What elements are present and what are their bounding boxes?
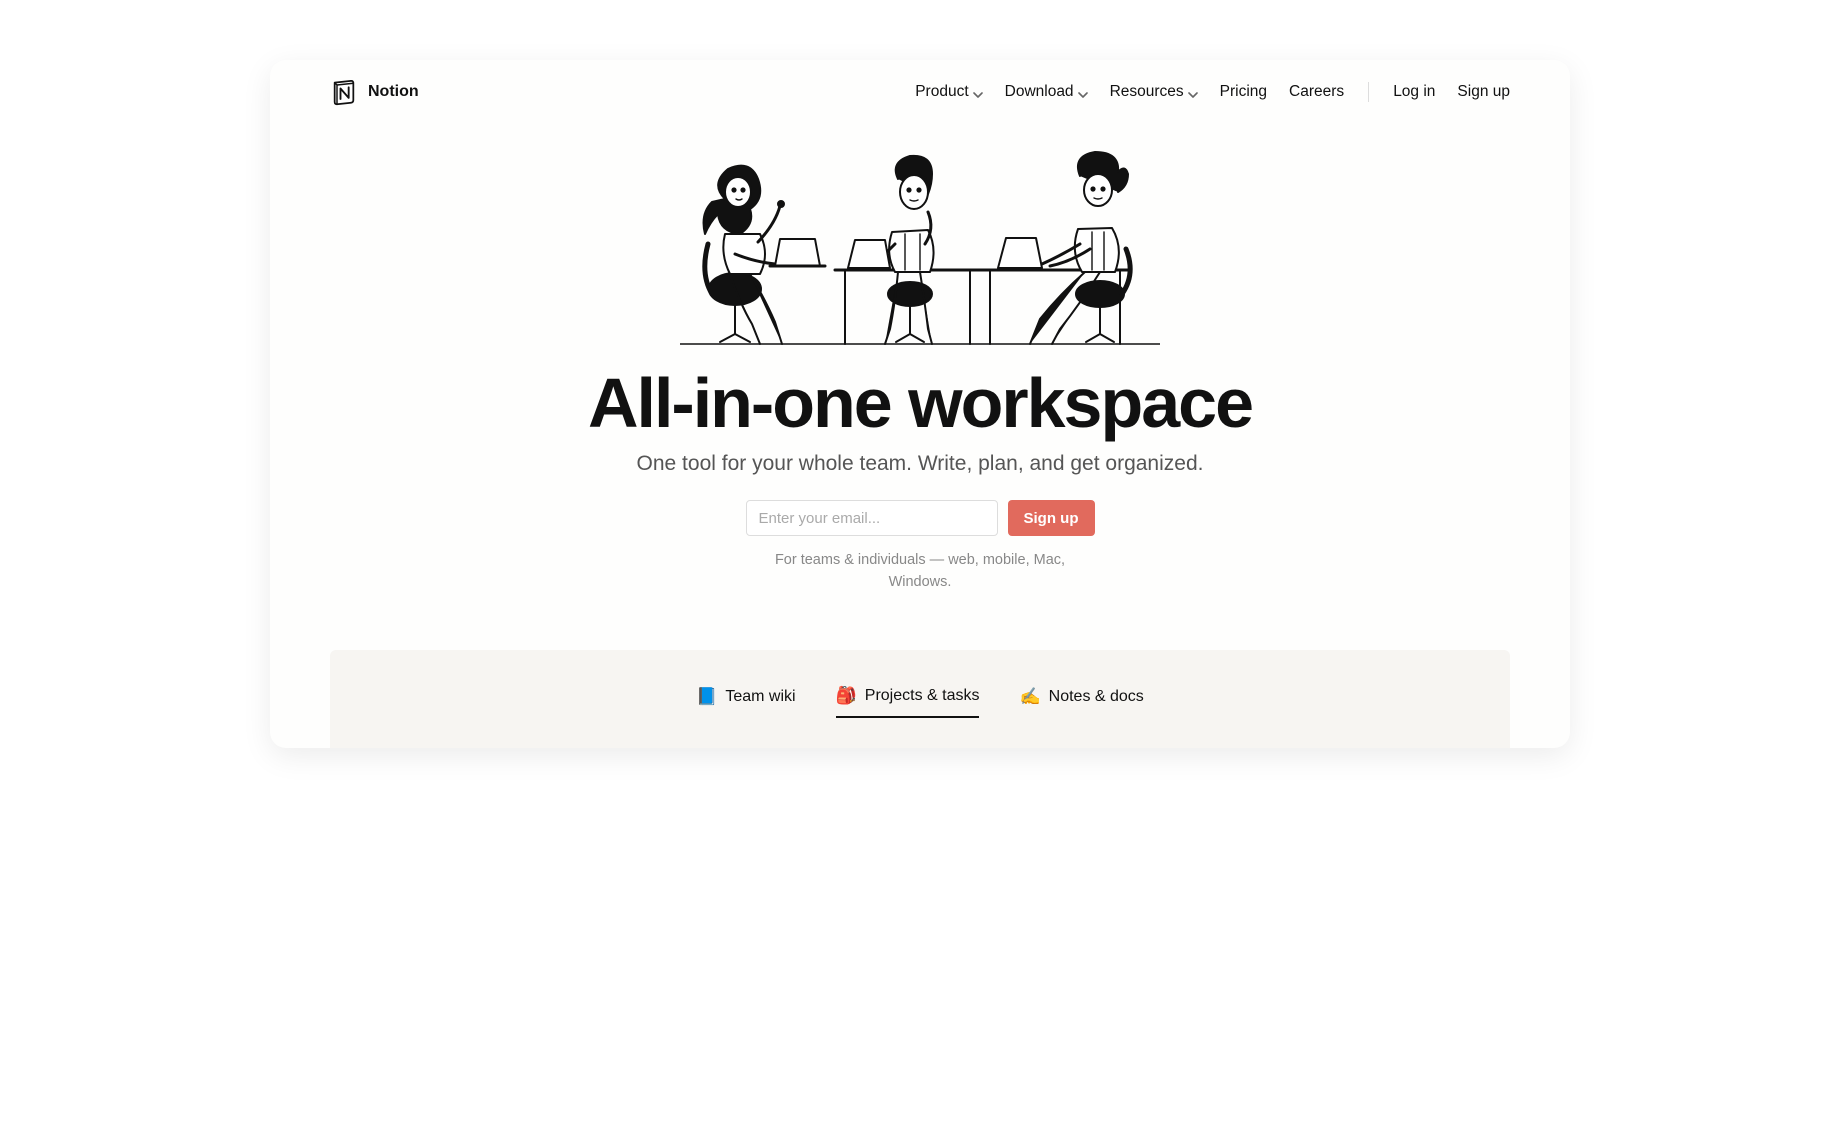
nav-label: Careers: [1289, 83, 1344, 101]
writing-hand-icon: ✍️: [1019, 687, 1040, 707]
email-input[interactable]: [746, 500, 998, 536]
nav-divider: [1368, 82, 1369, 102]
backpack-icon: 🎒: [836, 686, 857, 706]
hero-illustration: [680, 144, 1160, 354]
hero: All-in-one workspace One tool for your w…: [270, 124, 1570, 624]
book-icon: 📘: [696, 687, 717, 707]
header: Notion Product Download Resources: [270, 60, 1570, 124]
chevron-down-icon: [1078, 87, 1088, 97]
tab-label: Team wiki: [725, 688, 795, 706]
tab-label: Notes & docs: [1049, 688, 1144, 706]
nav-item-pricing[interactable]: Pricing: [1220, 83, 1267, 101]
hero-title: All-in-one workspace: [330, 368, 1510, 438]
hero-subtitle: One tool for your whole team. Write, pla…: [330, 452, 1510, 476]
login-link[interactable]: Log in: [1393, 83, 1435, 101]
notion-logo-icon: [330, 78, 358, 106]
chevron-down-icon: [973, 87, 983, 97]
page-card: Notion Product Download Resources: [270, 60, 1570, 748]
nav-item-resources[interactable]: Resources: [1110, 83, 1198, 101]
brand[interactable]: Notion: [330, 78, 419, 106]
nav-label: Product: [915, 83, 968, 101]
hero-footnote: For teams & individuals — web, mobile, M…: [760, 550, 1080, 594]
nav-item-careers[interactable]: Careers: [1289, 83, 1344, 101]
signup-link[interactable]: Sign up: [1457, 83, 1510, 101]
nav-label: Pricing: [1220, 83, 1267, 101]
tab-notes-docs[interactable]: ✍️ Notes & docs: [1019, 686, 1143, 718]
chevron-down-icon: [1188, 87, 1198, 97]
main-nav: Product Download Resources Pricing: [915, 82, 1510, 102]
nav-label: Log in: [1393, 83, 1435, 101]
tab-projects-tasks[interactable]: 🎒 Projects & tasks: [836, 686, 980, 718]
feature-tabs: 📘 Team wiki 🎒 Projects & tasks ✍️ Notes …: [330, 650, 1510, 748]
signup-button[interactable]: Sign up: [1008, 500, 1095, 536]
nav-label: Resources: [1110, 83, 1184, 101]
signup-row: Sign up: [330, 500, 1510, 536]
nav-label: Sign up: [1457, 83, 1510, 101]
nav-item-download[interactable]: Download: [1005, 83, 1088, 101]
nav-label: Download: [1005, 83, 1074, 101]
tab-label: Projects & tasks: [865, 687, 980, 705]
nav-item-product[interactable]: Product: [915, 83, 982, 101]
tab-team-wiki[interactable]: 📘 Team wiki: [696, 686, 795, 718]
brand-name: Notion: [368, 83, 419, 101]
